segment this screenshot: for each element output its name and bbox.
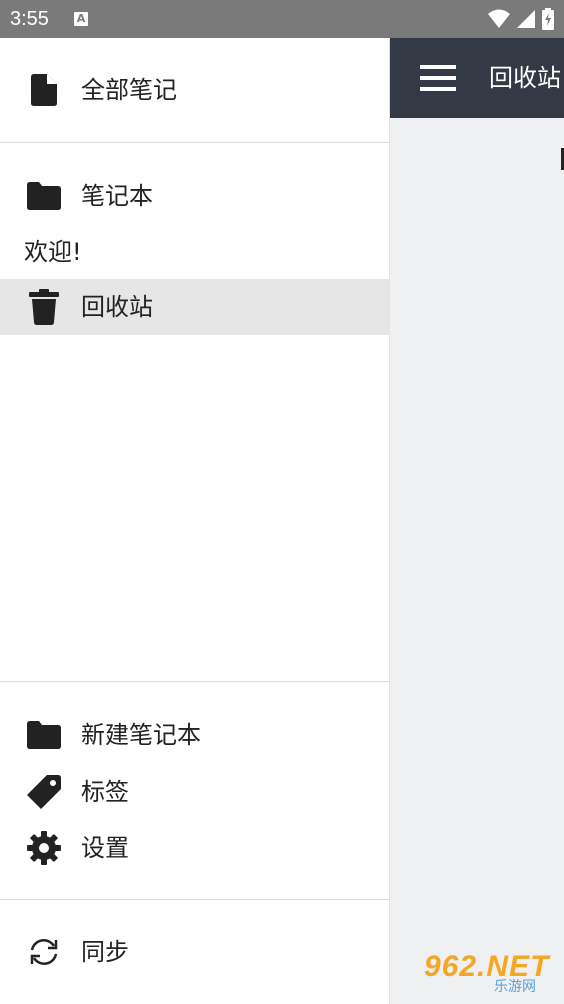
navigation-drawer: 全部笔记 笔记本 欢迎! 回收站 新建笔记本 标签 设置 同步 (0, 38, 390, 1004)
drawer-item-all-notes[interactable]: 全部笔记 (0, 62, 389, 118)
folder-icon (26, 178, 62, 214)
menu-icon[interactable] (420, 65, 456, 91)
status-bar: 3:55 A (0, 0, 564, 38)
main-panel: 回收站 (390, 38, 564, 1004)
drawer-item-settings[interactable]: 设置 (0, 820, 389, 876)
drawer-notebooks-header-label: 笔记本 (81, 182, 153, 210)
status-time: 3:55 (10, 8, 49, 30)
tag-icon (26, 774, 62, 810)
watermark-subtitle: 乐游网 (494, 979, 536, 995)
status-icons (488, 8, 554, 30)
watermark: 962.NET 乐游网 (424, 952, 558, 998)
drawer-item-all-notes-label: 全部笔记 (81, 76, 177, 104)
folder-icon (26, 717, 62, 753)
drawer-item-new-notebook-label: 新建笔记本 (81, 721, 201, 749)
drawer-item-tags-label: 标签 (81, 778, 129, 806)
notebook-item-welcome[interactable]: 欢迎! (24, 236, 82, 268)
divider (0, 899, 389, 900)
drawer-notebooks-header[interactable]: 笔记本 (0, 168, 389, 224)
drawer-item-trash[interactable]: 回收站 (0, 279, 389, 335)
signal-icon (517, 10, 535, 28)
app-bar-title: 回收站 (489, 64, 561, 92)
drawer-item-new-notebook[interactable]: 新建笔记本 (0, 707, 389, 763)
sync-icon (26, 934, 62, 970)
battery-charging-icon (542, 8, 554, 30)
notification-a-icon: A (74, 12, 88, 26)
drawer-item-settings-label: 设置 (81, 834, 129, 862)
gear-icon (26, 830, 62, 866)
drawer-item-sync[interactable]: 同步 (0, 924, 389, 980)
file-icon (26, 72, 62, 108)
divider (0, 142, 389, 143)
drawer-item-trash-label: 回收站 (81, 293, 153, 321)
divider (0, 681, 389, 682)
drawer-item-tags[interactable]: 标签 (0, 764, 389, 820)
app-bar: 回收站 (390, 38, 564, 118)
trash-icon (26, 289, 62, 325)
drawer-item-sync-label: 同步 (81, 938, 129, 966)
wifi-icon (488, 9, 510, 28)
